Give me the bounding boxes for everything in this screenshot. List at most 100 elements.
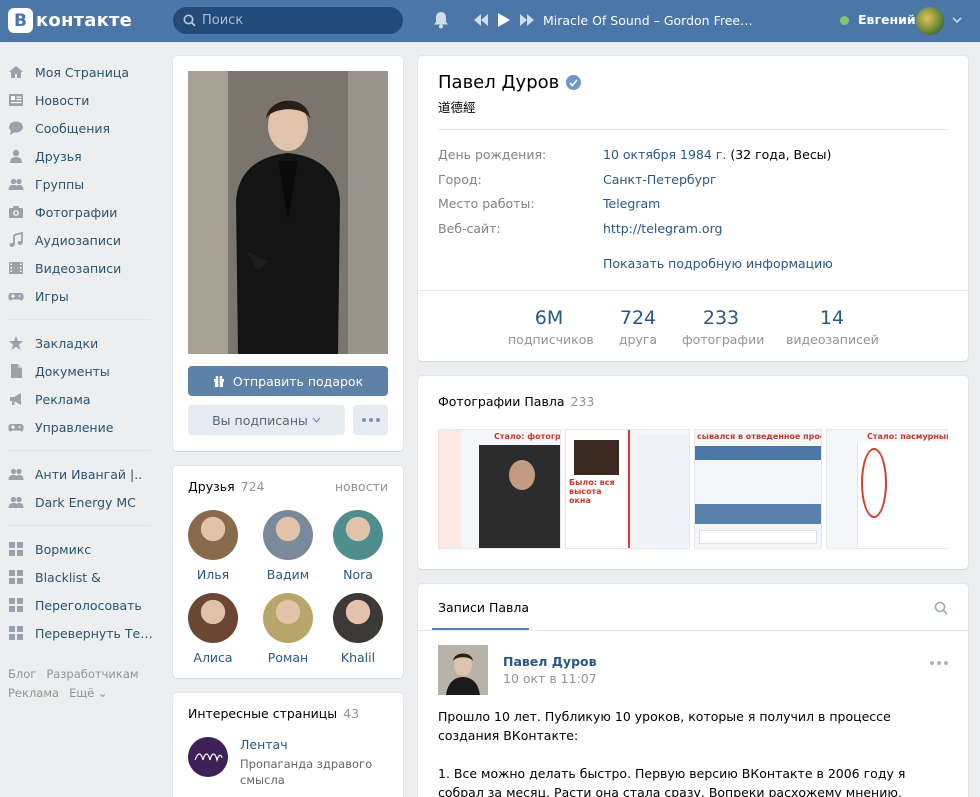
sidebar-item[interactable]: Аудиозаписи	[8, 226, 158, 254]
friends-icon	[8, 148, 24, 164]
send-gift-button[interactable]: Отправить подарок	[188, 366, 388, 396]
footer-link-blog[interactable]: Блог	[8, 667, 36, 681]
play-icon[interactable]	[498, 13, 510, 27]
friend-item[interactable]: Илья	[178, 510, 248, 582]
previous-track-icon[interactable]	[474, 14, 488, 26]
sidebar-item[interactable]: Переголосовать	[8, 591, 158, 619]
friend-avatar	[263, 510, 313, 560]
friend-name: Khalil	[340, 650, 376, 665]
header-user-avatar[interactable]	[916, 7, 944, 35]
video-icon	[8, 260, 24, 276]
stat-videos[interactable]: 14 видеозаписей	[786, 307, 879, 347]
sidebar-item[interactable]: Управление	[8, 413, 158, 441]
notifications-bell-icon[interactable]	[433, 11, 449, 29]
birthday-link[interactable]: 10 октября 1984 г.	[603, 147, 726, 162]
vk-logo[interactable]: В контакте	[8, 8, 132, 33]
more-dots-icon	[368, 418, 373, 422]
sidebar-item[interactable]: Закладки	[8, 329, 158, 357]
wall-divider	[418, 630, 968, 631]
stat-friends[interactable]: 724 друга	[608, 307, 668, 347]
footer-link-ads[interactable]: Реклама	[8, 686, 59, 700]
sidebar-item[interactable]: Реклама	[8, 385, 158, 413]
interesting-pages-block: Интересные страницы 43 Лентач Пропаганда …	[173, 693, 403, 797]
friend-item[interactable]: Роман	[253, 593, 323, 665]
sidebar-item-label: Видеозаписи	[35, 260, 122, 276]
next-track-icon[interactable]	[520, 14, 534, 26]
photo-thumbnail[interactable]: Стало: пасмурный серый	[826, 429, 948, 549]
city-link[interactable]: Санкт-Петербург	[603, 172, 717, 187]
profile-avatar[interactable]	[188, 71, 388, 354]
tab-wall-posts[interactable]: Записи Павла	[438, 600, 529, 615]
sidebar-item-label: Вормикс	[35, 541, 92, 557]
sidebar-item-label: Перевернуть Текст	[35, 625, 158, 641]
sidebar-item[interactable]: Новости	[8, 86, 158, 114]
sidebar-item[interactable]: Анти Ивангай |..	[8, 460, 158, 488]
friends-count: 724	[240, 479, 265, 494]
profile-photo-card: Отправить подарок Вы подписаны	[173, 56, 403, 451]
profile-more-actions-button[interactable]	[353, 405, 388, 435]
app-icon	[8, 541, 24, 557]
sidebar-item[interactable]: Документы	[8, 357, 158, 385]
search-icon[interactable]	[934, 601, 948, 615]
friend-item[interactable]: Вадим	[253, 510, 323, 582]
gift-icon	[213, 376, 224, 387]
sidebar-footer-links: Блог Разработчикам Реклама Ещё ⌄	[8, 665, 158, 703]
sidebar-item-label: Игры	[35, 288, 69, 304]
search-box[interactable]	[173, 7, 403, 34]
website-link[interactable]: http://telegram.org	[603, 221, 722, 236]
sidebar-item-label: Друзья	[35, 148, 82, 164]
sidebar-item[interactable]: Видеозаписи	[8, 254, 158, 282]
page-name[interactable]: Лентач	[240, 737, 380, 752]
more-dots-icon	[944, 661, 948, 665]
photo-thumbnail[interactable]: Стало: фотография	[438, 429, 561, 549]
friend-name: Роман	[267, 650, 309, 665]
pages-title[interactable]: Интересные страницы 43	[188, 706, 359, 721]
sidebar-item[interactable]: Вормикс	[8, 535, 158, 563]
subscribed-dropdown-button[interactable]: Вы подписаны	[188, 405, 345, 435]
current-track-title[interactable]: Miracle Of Sound – Gordon Freeman …	[543, 13, 763, 28]
post-author-avatar[interactable]	[438, 645, 488, 695]
logo-text: контакте	[36, 10, 133, 31]
pages-count: 43	[343, 706, 360, 721]
header-user-name[interactable]: Евгений	[858, 12, 916, 27]
sidebar-item[interactable]: Сообщения	[8, 114, 158, 142]
photo-thumbnail[interactable]: Было: вся высота окна	[565, 429, 690, 549]
post-author-name[interactable]: Павел Дуров	[503, 654, 597, 669]
photo-thumbnail[interactable]: сывался в отведенное простра	[694, 429, 822, 549]
friends-title[interactable]: Друзья 724	[188, 479, 265, 494]
stat-followers[interactable]: 6M подписчиков	[508, 307, 594, 347]
post-actions-button[interactable]	[930, 661, 948, 665]
app-icon	[8, 569, 24, 585]
sidebar-divider	[8, 319, 151, 320]
verified-badge-icon[interactable]	[566, 75, 582, 90]
sidebar-item[interactable]: Игры	[8, 282, 158, 310]
photos-title[interactable]: Фотографии Павла 233	[438, 394, 594, 409]
show-full-info-link[interactable]: Показать подробную информацию	[603, 256, 833, 271]
info-key: Место работы:	[438, 196, 535, 211]
thumb-caption: Стало: пасмурный серый	[867, 432, 948, 441]
stat-photos[interactable]: 233 фотографии	[682, 307, 764, 347]
friend-item[interactable]: Khalil	[323, 593, 393, 665]
work-link[interactable]: Telegram	[603, 196, 660, 211]
friends-news-link[interactable]: новости	[335, 479, 388, 494]
sidebar-item[interactable]: Фотографии	[8, 198, 158, 226]
sidebar-item[interactable]: Друзья	[8, 142, 158, 170]
sidebar-item[interactable]: Blacklist &	[8, 563, 158, 591]
chevron-down-icon[interactable]	[952, 16, 962, 24]
sidebar-item[interactable]: Моя Страница	[8, 58, 158, 86]
search-input[interactable]	[202, 13, 392, 28]
thumb-shape	[861, 448, 887, 518]
thumb-shape	[439, 430, 461, 548]
friend-item[interactable]: Nora	[323, 510, 393, 582]
post-date[interactable]: 10 окт в 11:07	[503, 671, 597, 686]
sidebar-item[interactable]: Перевернуть Текст	[8, 619, 158, 647]
page-item[interactable]: Лентач Пропаганда здравого смысла	[188, 737, 380, 788]
profile-photos-block: Фотографии Павла233 Стало: фотография Бы…	[418, 376, 968, 569]
chevron-down-icon	[312, 417, 321, 423]
footer-link-developers[interactable]: Разработчикам	[46, 667, 138, 681]
sidebar-item[interactable]: Группы	[8, 170, 158, 198]
sidebar-item[interactable]: Dark Energy MC	[8, 488, 158, 516]
logo-mark: В	[8, 8, 33, 33]
friend-item[interactable]: Алиса	[178, 593, 248, 665]
footer-link-more[interactable]: Ещё ⌄	[69, 686, 107, 700]
